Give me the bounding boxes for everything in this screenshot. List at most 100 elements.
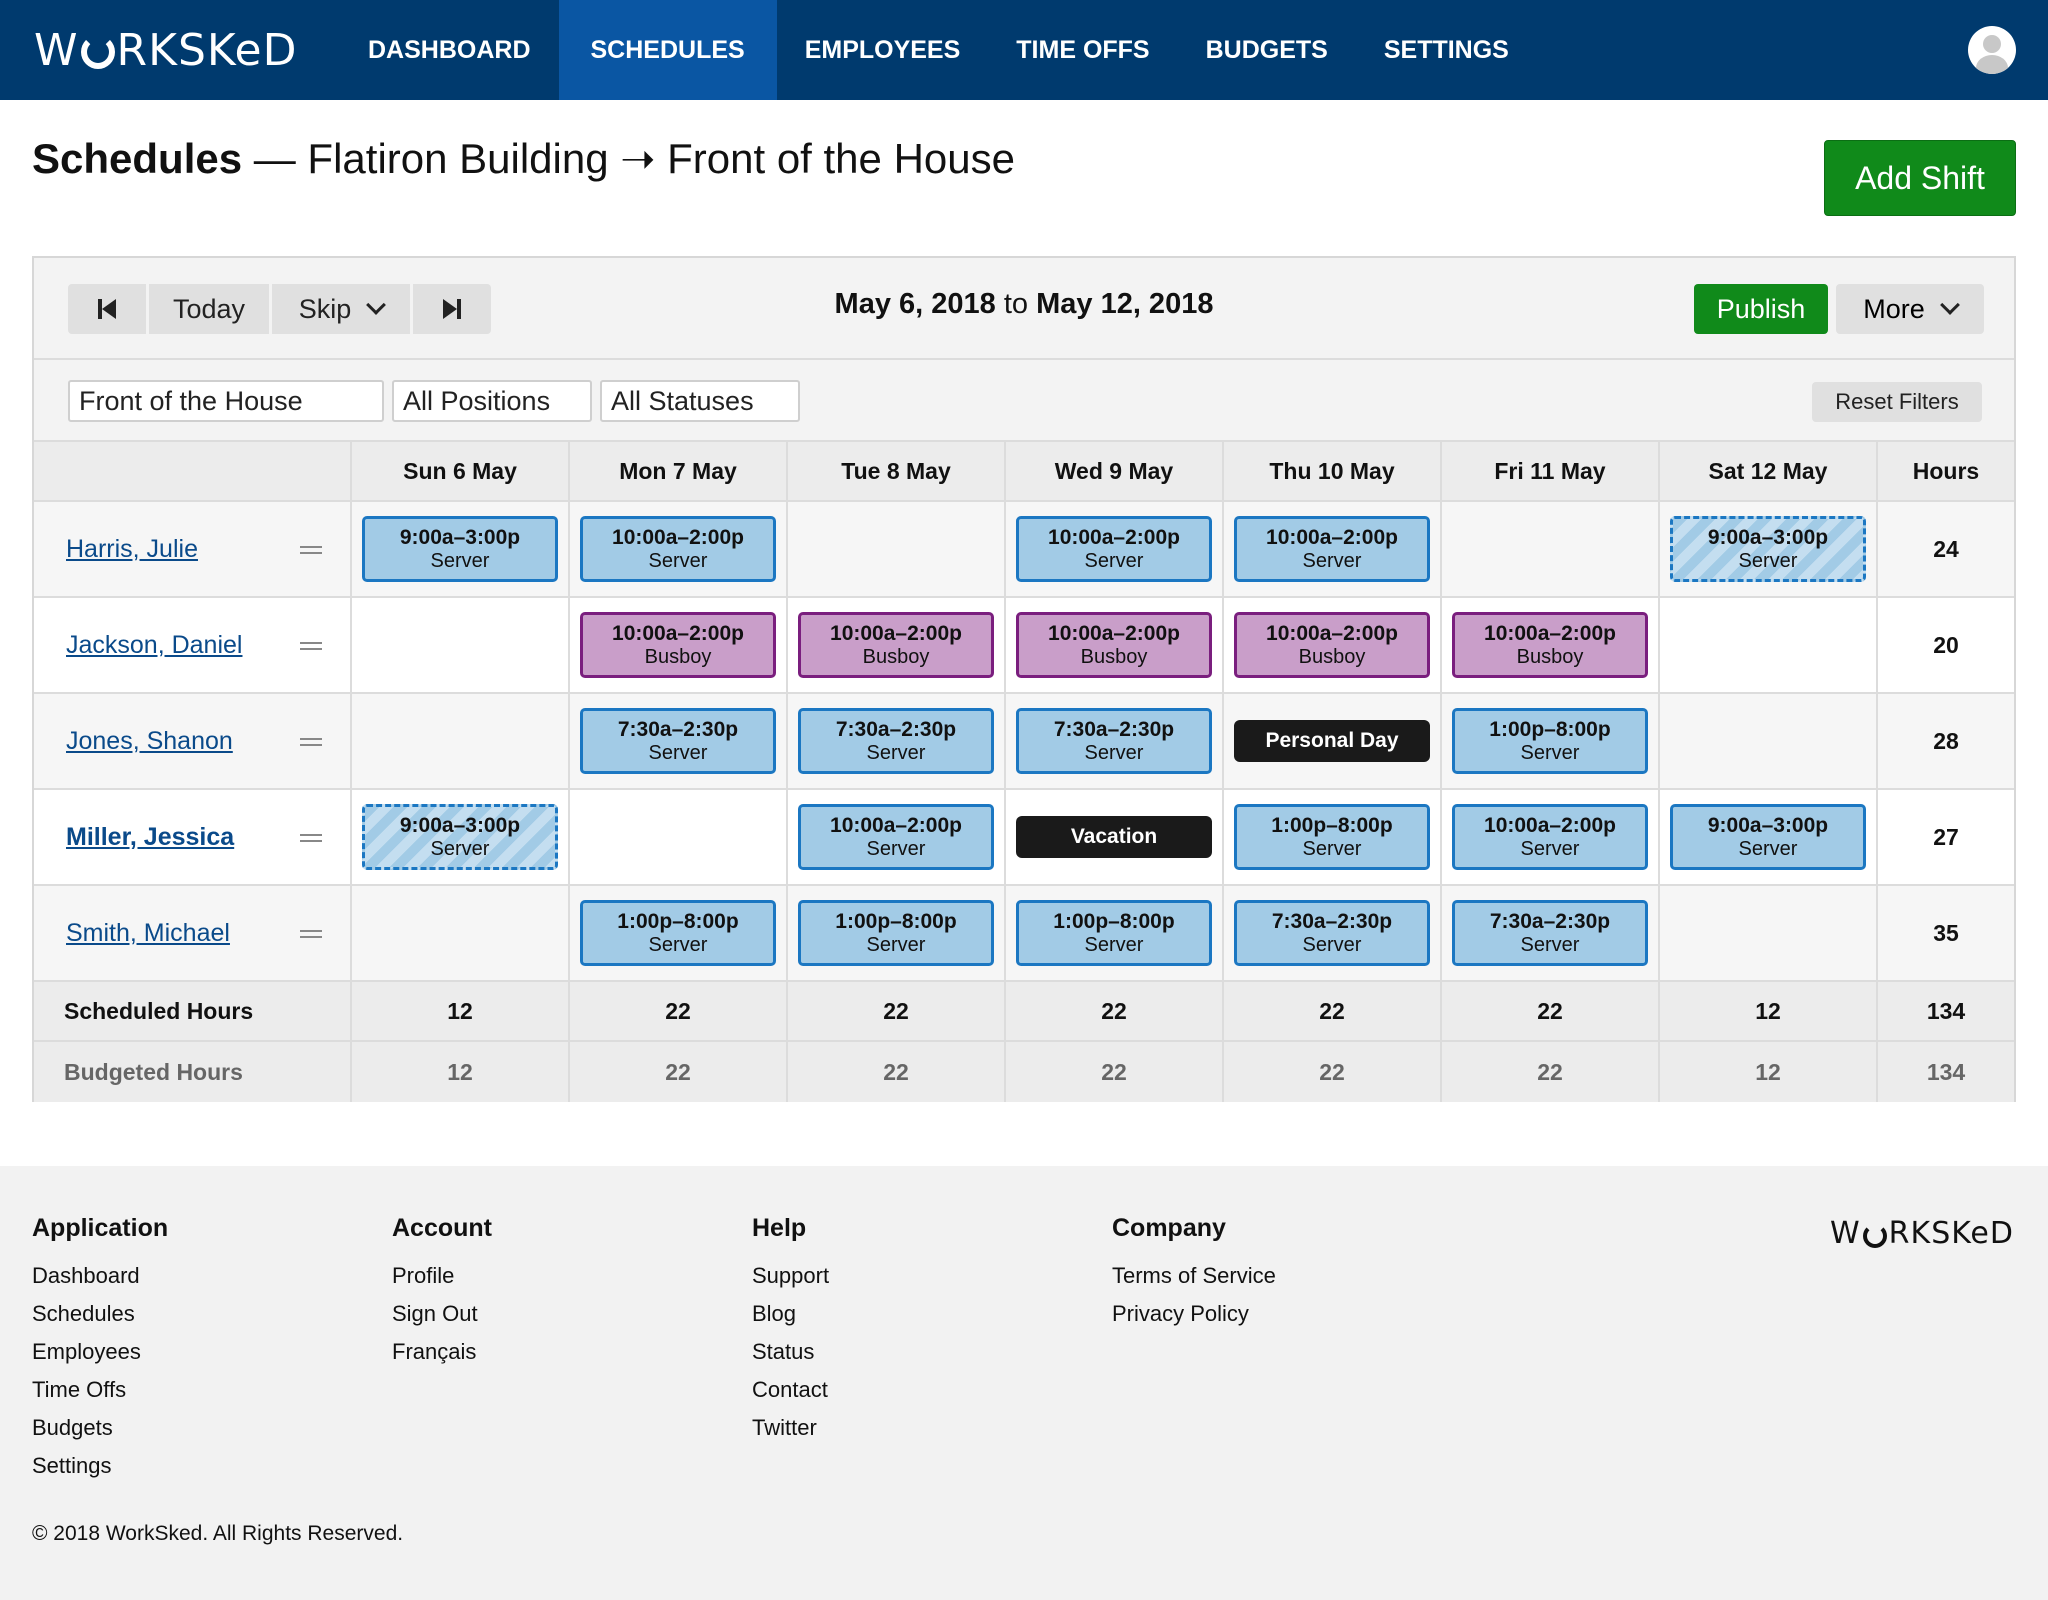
schedule-cell[interactable]: [352, 886, 570, 980]
footer-link-support[interactable]: Support: [752, 1257, 829, 1295]
footer-link-blog[interactable]: Blog: [752, 1295, 829, 1333]
schedule-cell[interactable]: 1:00p–8:00p Server: [788, 886, 1006, 980]
time-off-badge[interactable]: Personal Day: [1234, 720, 1430, 762]
shift-block[interactable]: 7:30a–2:30p Server: [580, 708, 776, 774]
schedule-cell[interactable]: [352, 694, 570, 788]
nav-settings[interactable]: SETTINGS: [1356, 0, 1537, 100]
footer-link-terms-of-service[interactable]: Terms of Service: [1112, 1257, 1276, 1295]
schedule-cell[interactable]: [570, 790, 788, 884]
schedule-cell[interactable]: 7:30a–2:30p Server: [1442, 886, 1660, 980]
shift-block[interactable]: 9:00a–3:00p Server: [1670, 804, 1866, 870]
footer-link-time-offs[interactable]: Time Offs: [32, 1371, 168, 1409]
shift-block[interactable]: 9:00a–3:00p Server: [1670, 516, 1866, 582]
shift-block[interactable]: 9:00a–3:00p Server: [362, 804, 558, 870]
shift-block[interactable]: 7:30a–2:30p Server: [1452, 900, 1648, 966]
schedule-cell[interactable]: [352, 598, 570, 692]
schedule-cell[interactable]: [1660, 694, 1878, 788]
footer-link-privacy-policy[interactable]: Privacy Policy: [1112, 1295, 1276, 1333]
schedule-cell[interactable]: [788, 502, 1006, 596]
schedule-cell[interactable]: 1:00p–8:00p Server: [1442, 694, 1660, 788]
footer-link-dashboard[interactable]: Dashboard: [32, 1257, 168, 1295]
footer-link-profile[interactable]: Profile: [392, 1257, 492, 1295]
reset-filters-button[interactable]: Reset Filters: [1812, 382, 1982, 422]
shift-block[interactable]: 10:00a–2:00p Busboy: [1016, 612, 1212, 678]
footer-link-settings[interactable]: Settings: [32, 1447, 168, 1485]
more-dropdown-button[interactable]: More: [1836, 284, 1984, 334]
shift-block[interactable]: 10:00a–2:00p Busboy: [580, 612, 776, 678]
schedule-cell[interactable]: [1660, 598, 1878, 692]
shift-block[interactable]: 1:00p–8:00p Server: [1016, 900, 1212, 966]
time-off-badge[interactable]: Vacation: [1016, 816, 1212, 858]
schedule-cell[interactable]: 10:00a–2:00p Server: [570, 502, 788, 596]
drag-handle-icon[interactable]: [300, 930, 322, 938]
employee-name-link[interactable]: Miller, Jessica: [66, 823, 234, 852]
drag-handle-icon[interactable]: [300, 738, 322, 746]
schedule-cell[interactable]: 1:00p–8:00p Server: [570, 886, 788, 980]
schedule-cell[interactable]: 10:00a–2:00p Busboy: [788, 598, 1006, 692]
schedule-cell[interactable]: 7:30a–2:30p Server: [1006, 694, 1224, 788]
shift-block[interactable]: 7:30a–2:30p Server: [1234, 900, 1430, 966]
shift-block[interactable]: 9:00a–3:00p Server: [362, 516, 558, 582]
footer-link-budgets[interactable]: Budgets: [32, 1409, 168, 1447]
footer-link-employees[interactable]: Employees: [32, 1333, 168, 1371]
drag-handle-icon[interactable]: [300, 642, 322, 650]
shift-block[interactable]: 10:00a–2:00p Server: [798, 804, 994, 870]
schedule-cell[interactable]: 9:00a–3:00p Server: [352, 502, 570, 596]
schedule-cell[interactable]: 7:30a–2:30p Server: [788, 694, 1006, 788]
shift-block[interactable]: 10:00a–2:00p Server: [580, 516, 776, 582]
schedule-cell[interactable]: 10:00a–2:00p Busboy: [570, 598, 788, 692]
schedule-cell[interactable]: 9:00a–3:00p Server: [1660, 502, 1878, 596]
user-avatar-icon[interactable]: [1968, 26, 2016, 74]
shift-block[interactable]: 10:00a–2:00p Busboy: [798, 612, 994, 678]
footer-logo[interactable]: W RKSKeD: [1830, 1216, 2014, 1251]
nav-employees[interactable]: EMPLOYEES: [777, 0, 989, 100]
employee-name-link[interactable]: Jackson, Daniel: [66, 631, 242, 660]
employee-name-link[interactable]: Smith, Michael: [66, 919, 230, 948]
statuses-filter-select[interactable]: All Statuses: [600, 380, 800, 422]
drag-handle-icon[interactable]: [300, 546, 322, 554]
schedule-cell[interactable]: [1660, 886, 1878, 980]
shift-block[interactable]: 10:00a–2:00p Server: [1016, 516, 1212, 582]
schedule-cell[interactable]: 10:00a–2:00p Server: [788, 790, 1006, 884]
shift-block[interactable]: 10:00a–2:00p Server: [1234, 516, 1430, 582]
schedule-cell[interactable]: 10:00a–2:00p Server: [1442, 790, 1660, 884]
schedule-cell[interactable]: 10:00a–2:00p Server: [1224, 502, 1442, 596]
schedule-cell[interactable]: 7:30a–2:30p Server: [570, 694, 788, 788]
schedule-cell[interactable]: 10:00a–2:00p Busboy: [1006, 598, 1224, 692]
schedule-cell[interactable]: 10:00a–2:00p Busboy: [1224, 598, 1442, 692]
schedule-cell[interactable]: 1:00p–8:00p Server: [1224, 790, 1442, 884]
positions-filter-select[interactable]: All Positions: [392, 380, 592, 422]
shift-block[interactable]: 1:00p–8:00p Server: [580, 900, 776, 966]
shift-block[interactable]: 7:30a–2:30p Server: [1016, 708, 1212, 774]
schedule-cell[interactable]: 9:00a–3:00p Server: [1660, 790, 1878, 884]
footer-link-sign-out[interactable]: Sign Out: [392, 1295, 492, 1333]
location-filter-select[interactable]: Front of the House: [68, 380, 384, 422]
drag-handle-icon[interactable]: [300, 834, 322, 842]
nav-schedules[interactable]: SCHEDULES: [558, 0, 777, 100]
shift-block[interactable]: 10:00a–2:00p Busboy: [1234, 612, 1430, 678]
employee-name-link[interactable]: Harris, Julie: [66, 535, 198, 564]
app-logo[interactable]: W RKSKeD: [34, 25, 297, 76]
schedule-cell[interactable]: 10:00a–2:00p Server: [1006, 502, 1224, 596]
shift-block[interactable]: 10:00a–2:00p Busboy: [1452, 612, 1648, 678]
schedule-cell[interactable]: [1442, 502, 1660, 596]
footer-link-twitter[interactable]: Twitter: [752, 1409, 829, 1447]
schedule-cell[interactable]: 1:00p–8:00p Server: [1006, 886, 1224, 980]
add-shift-button[interactable]: Add Shift: [1824, 140, 2016, 216]
nav-budgets[interactable]: BUDGETS: [1178, 0, 1356, 100]
footer-link-schedules[interactable]: Schedules: [32, 1295, 168, 1333]
shift-block[interactable]: 1:00p–8:00p Server: [1452, 708, 1648, 774]
footer-link-status[interactable]: Status: [752, 1333, 829, 1371]
shift-block[interactable]: 7:30a–2:30p Server: [798, 708, 994, 774]
footer-link-contact[interactable]: Contact: [752, 1371, 829, 1409]
shift-block[interactable]: 1:00p–8:00p Server: [798, 900, 994, 966]
shift-block[interactable]: 1:00p–8:00p Server: [1234, 804, 1430, 870]
employee-name-link[interactable]: Jones, Shanon: [66, 727, 233, 756]
schedule-cell[interactable]: 7:30a–2:30p Server: [1224, 886, 1442, 980]
nav-dashboard[interactable]: DASHBOARD: [340, 0, 559, 100]
shift-block[interactable]: 10:00a–2:00p Server: [1452, 804, 1648, 870]
footer-link-fran-ais[interactable]: Français: [392, 1333, 492, 1371]
schedule-cell[interactable]: 10:00a–2:00p Busboy: [1442, 598, 1660, 692]
schedule-cell[interactable]: Vacation: [1006, 790, 1224, 884]
publish-button[interactable]: Publish: [1694, 284, 1828, 334]
